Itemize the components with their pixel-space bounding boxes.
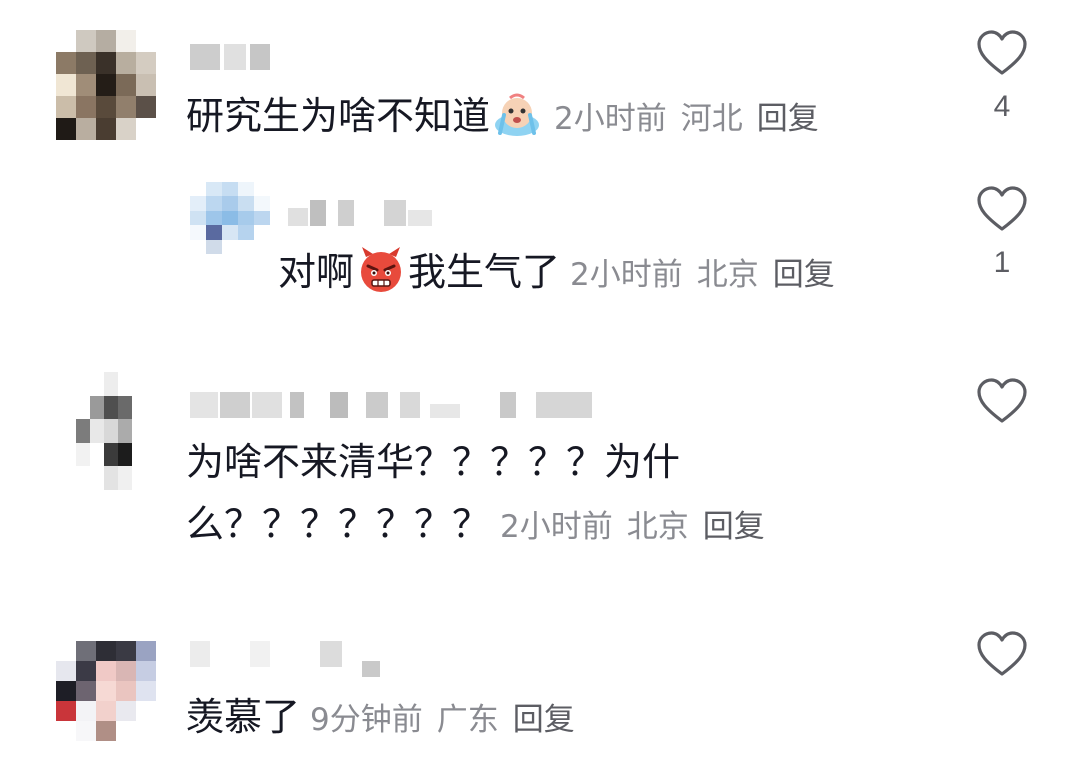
like-button[interactable] bbox=[972, 378, 1032, 438]
comment-item: 羡慕了 9分钟前 广东 回复 bbox=[0, 615, 1080, 774]
comment-text: 为啥不来清华？？？？？为什 bbox=[186, 434, 680, 490]
timestamp: 9分钟前 bbox=[310, 702, 423, 738]
angry-devil-emoji bbox=[361, 247, 402, 292]
timestamp: 2小时前 bbox=[554, 101, 667, 137]
avatar[interactable] bbox=[76, 372, 146, 490]
comment-body: 么？？？？？？？ bbox=[186, 502, 491, 546]
reply-button[interactable]: 回复 bbox=[757, 101, 819, 137]
like-button[interactable]: 4 bbox=[972, 30, 1032, 124]
reply-button[interactable]: 回复 bbox=[773, 257, 835, 293]
heart-outline-icon[interactable] bbox=[976, 631, 1028, 677]
username[interactable] bbox=[190, 641, 390, 677]
username[interactable] bbox=[288, 200, 448, 226]
username[interactable] bbox=[190, 392, 600, 418]
location: 北京 bbox=[696, 257, 759, 293]
crying-face-emoji bbox=[495, 93, 540, 136]
location: 河北 bbox=[680, 101, 743, 137]
comment-body: 羡慕了 bbox=[186, 695, 301, 739]
comment-text: 研究生为啥不知道 2小时前 河北 回复 bbox=[186, 88, 819, 147]
location: 广东 bbox=[436, 702, 499, 738]
avatar[interactable] bbox=[56, 641, 156, 741]
timestamp: 2小时前 bbox=[570, 257, 683, 293]
like-button[interactable]: 1 bbox=[972, 186, 1032, 280]
comment-item: 研究生为啥不知道 2小时前 河北 回复 4 bbox=[0, 0, 1080, 160]
comment-item: 为啥不来清华？？？？？为什 么？？？？？？？ 2小时前 北京 回复 bbox=[0, 360, 1080, 580]
heart-outline-icon[interactable] bbox=[976, 186, 1028, 232]
heart-outline-icon[interactable] bbox=[976, 378, 1028, 424]
comment-text: 羡慕了 9分钟前 广东 回复 bbox=[186, 689, 575, 748]
like-count: 4 bbox=[993, 90, 1011, 123]
comment-body: 为啥不来清华？？？？？为什 bbox=[186, 440, 681, 484]
reply-button[interactable]: 回复 bbox=[703, 509, 765, 545]
heart-outline-icon[interactable] bbox=[976, 30, 1028, 76]
username[interactable] bbox=[190, 44, 270, 70]
timestamp: 2小时前 bbox=[500, 509, 613, 545]
comment-body: 我生气了 bbox=[408, 250, 561, 294]
location: 北京 bbox=[626, 509, 689, 545]
comment-body: 研究生为啥不知道 bbox=[186, 94, 491, 138]
reply-button[interactable]: 回复 bbox=[513, 702, 575, 738]
avatar[interactable] bbox=[190, 182, 270, 254]
like-count: 1 bbox=[993, 246, 1011, 279]
comment-item: 对啊 我生气了 2小时前 北京 回复 1 bbox=[0, 170, 1080, 320]
comment-text: 对啊 我生气了 2小时前 北京 回复 bbox=[278, 244, 835, 303]
comment-text: 么？？？？？？？ 2小时前 北京 回复 bbox=[186, 496, 765, 555]
comment-body: 对啊 bbox=[278, 250, 355, 294]
avatar[interactable] bbox=[56, 30, 156, 140]
like-button[interactable] bbox=[972, 631, 1032, 691]
